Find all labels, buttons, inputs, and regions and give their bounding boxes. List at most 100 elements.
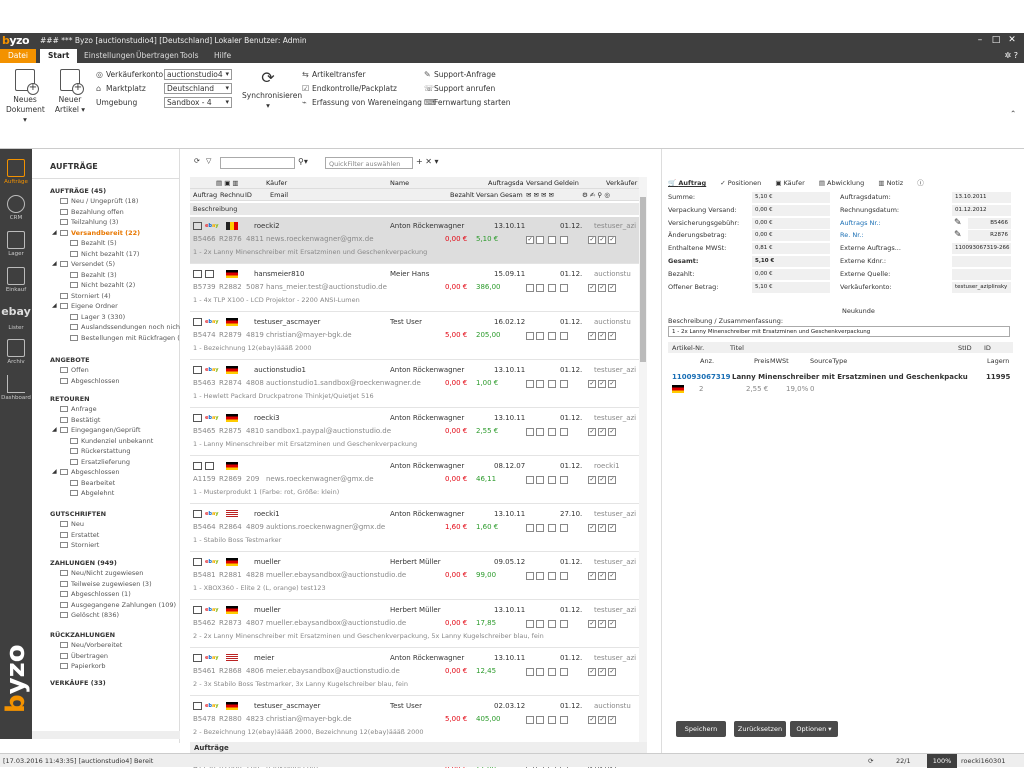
status-checkbox[interactable] [548,668,556,676]
status-checkbox[interactable] [536,668,544,676]
detail-tab-kaeufer[interactable]: ▣ Käufer [775,179,810,187]
nav-item[interactable]: Storniert (4) [60,292,111,300]
artikeltransfer-button[interactable]: ⇆ Artikeltransfer [302,70,366,79]
wareneingang-button[interactable]: ⌁ Erfassung von Wareneingang [302,98,422,107]
col-beschreibung[interactable]: Beschreibung [193,205,237,213]
nav-section-verkaeufe[interactable]: VERKÄUFE (33) [50,679,106,687]
nav-section-zahlungen[interactable]: ZAHLUNGEN (949) [50,559,117,567]
status-checkbox[interactable]: ✓ [608,716,616,724]
nav-item[interactable]: Übertragen [60,652,108,660]
status-checkbox[interactable]: ✓ [598,476,606,484]
status-checkbox[interactable]: ✓ [598,524,606,532]
col-rechnung[interactable]: Rechnu [220,191,244,199]
status-checkbox[interactable]: ✓ [598,332,606,340]
status-checkbox[interactable] [560,716,568,724]
nav-item[interactable]: Rückerstattung [70,447,131,455]
nav-item[interactable]: Bezahlt (5) [70,239,117,247]
nav-item[interactable]: Gelöscht (836) [60,611,119,619]
status-checkbox[interactable]: ✓ [598,572,606,580]
status-checkbox[interactable] [548,572,556,580]
detail-tab-notiz[interactable]: ▥ Notiz [878,179,909,187]
sidebar-item-auftraege[interactable]: Aufträge [0,159,32,185]
status-checkbox[interactable]: ✓ [598,284,606,292]
col-id[interactable]: ID [245,191,252,199]
verkaeuferkonto-select[interactable]: auctionstudio4 [164,69,232,80]
status-checkbox[interactable]: ✓ [608,332,616,340]
nav-item[interactable]: Neu/Nicht zugewiesen [60,569,143,577]
status-checkbox[interactable] [536,476,544,484]
nav-item[interactable]: Abgeschlossen [60,377,119,385]
nav-item[interactable]: Erstattet [60,531,99,539]
collapse-ribbon-icon[interactable]: ⌃ [1010,109,1016,118]
col-verkaeufer[interactable]: Verkäufer [606,179,637,187]
status-checkbox[interactable] [536,380,544,388]
col-name[interactable]: Name [390,179,409,187]
zoom-level[interactable]: 100% [927,754,957,768]
status-checkbox[interactable]: ✓ [608,284,616,292]
new-article-button[interactable]: Neuer Artikel ▾ [52,69,88,115]
nav-item[interactable]: ◢ Versandbereit (22) [52,229,140,237]
status-checkbox[interactable]: ✓ [598,668,606,676]
nav-item[interactable]: Ausgegangene Zahlungen (109) [60,601,176,609]
status-checkbox[interactable] [526,716,534,724]
status-checkbox[interactable] [526,332,534,340]
sidebar-item-lister[interactable]: ebay Lister [0,305,32,331]
detail-tab-abwicklung[interactable]: ▤ Abwicklung [819,179,870,187]
sync-button[interactable]: ⟳ Synchronisieren ▾ [242,70,302,111]
status-checkbox[interactable] [560,524,568,532]
nav-item[interactable]: Bestellungen mit Rückfragen ( [70,334,180,342]
status-checkbox[interactable] [526,668,534,676]
col-bezahlt[interactable]: Bezahlt [450,191,474,199]
detail-field-value[interactable]: 0,00 € [752,230,830,242]
detail-field-value[interactable]: 0,81 € [752,243,830,255]
status-checkbox[interactable] [560,620,568,628]
support-anfrage-button[interactable]: ✎ Support-Anfrage [424,70,496,79]
detail-field-value[interactable]: 110093067319-266 [952,243,1011,255]
status-checkbox[interactable]: ✓ [608,428,616,436]
col-geldein[interactable]: Geldein [554,179,579,187]
status-checkbox[interactable] [536,332,544,340]
nav-item[interactable]: Offen [60,366,89,374]
status-checkbox[interactable] [560,332,568,340]
nav-item[interactable]: ◢ Eingegangen/Geprüft [52,426,141,434]
table-row[interactable]: testuser_ascmayer Test User 16.02.12 01.12.… [190,313,639,360]
status-checkbox[interactable] [536,236,544,244]
status-checkbox[interactable]: ✓ [588,620,596,628]
nav-item[interactable]: Lager 3 (330) [70,313,125,321]
detail-field-value[interactable]: 5,10 € [752,192,830,203]
status-checkbox[interactable] [526,284,534,292]
detail-field-value[interactable] [952,268,1011,280]
nav-item[interactable]: Papierkorb [60,662,106,670]
detail-field-label[interactable]: Re. Nr.: [840,231,864,239]
status-checkbox[interactable]: ✓ [598,380,606,388]
nav-item[interactable]: ◢ Eigene Ordner [52,302,118,310]
quickfilter-select[interactable]: QuickFilter auswählen [325,157,413,169]
expand-icon[interactable]: ◢ [52,302,57,309]
status-checkbox[interactable] [526,524,534,532]
status-checkbox[interactable] [548,428,556,436]
status-checkbox[interactable] [526,572,534,580]
col-gesamt[interactable]: Gesam [500,191,523,199]
status-checkbox[interactable]: ✓ [598,236,606,244]
status-checkbox[interactable]: ✓ [608,524,616,532]
status-checkbox[interactable]: ✓ [608,668,616,676]
detail-field-value[interactable]: 0,00 € [752,268,830,280]
status-checkbox[interactable]: ✓ [526,236,534,244]
status-checkbox[interactable]: ✓ [608,572,616,580]
status-checkbox[interactable]: ✓ [588,428,596,436]
nav-item[interactable]: Auslandssendungen noch nich [70,323,180,331]
status-checkbox[interactable] [536,428,544,436]
detail-field-value[interactable]: B5466 [968,217,1011,229]
col-versand[interactable]: Versand [526,179,552,187]
status-checkbox[interactable]: ✓ [598,620,606,628]
status-checkbox[interactable]: ✓ [588,284,596,292]
status-checkbox[interactable]: ✓ [608,620,616,628]
status-checkbox[interactable] [526,476,534,484]
col-versandart[interactable]: Versan [476,191,498,199]
nav-item[interactable]: Teilweise zugewiesen (3) [60,580,152,588]
status-checkbox[interactable] [548,716,556,724]
status-checkbox[interactable]: ✓ [588,524,596,532]
col-email[interactable]: Email [270,191,288,199]
expand-icon[interactable]: ◢ [52,426,57,433]
nav-section-gutschriften[interactable]: GUTSCHRIFTEN [50,510,106,518]
